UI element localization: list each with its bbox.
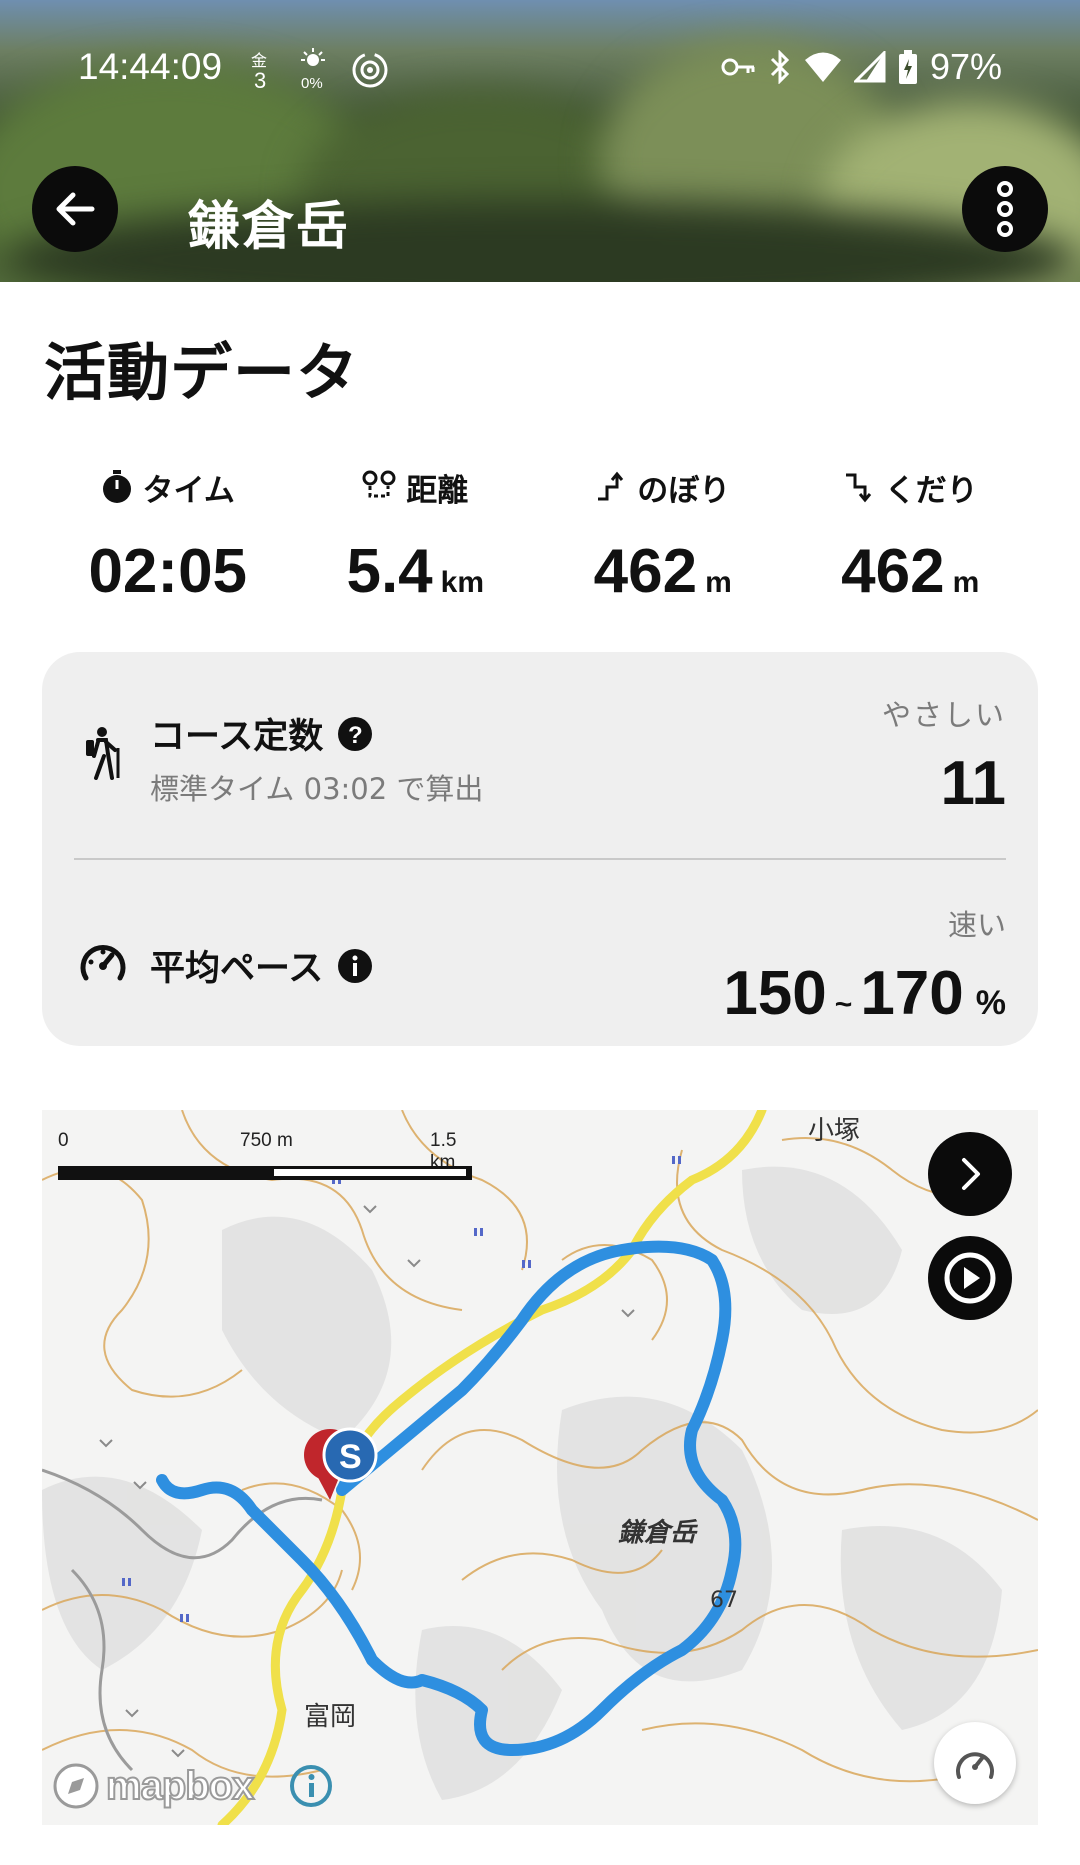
stat-unit: km <box>440 566 485 599</box>
mapbox-wordmark: mapbox <box>105 1763 255 1809</box>
stat-ascent: のぼり 462 m <box>539 462 787 612</box>
stat-value: 02:05 <box>88 537 248 606</box>
chevron-right-icon <box>962 1158 980 1190</box>
stat-label: 距離 <box>406 472 469 509</box>
speedometer-icon <box>80 945 126 981</box>
scale-mid: 750 m <box>240 1130 293 1151</box>
average-pace-row: 平均ペース 速い 150 ~ 170 % <box>42 860 1038 1046</box>
stat-value: 5.4 <box>346 537 433 606</box>
route-map[interactable]: S 鎌倉岳 富岡 小塚 67 0 750 m 1.5 km mapbox <box>42 1110 1038 1825</box>
stat-descent: くだり 462 m <box>787 462 1035 612</box>
play-circle-icon <box>944 1252 996 1304</box>
stat-label: のぼり <box>637 472 731 509</box>
stat-value: 462 <box>593 537 698 606</box>
replay-button[interactable] <box>928 1236 1012 1320</box>
speed-gauge-button[interactable] <box>934 1722 1016 1804</box>
course-constant-grade: やさしい <box>881 698 1006 732</box>
hiker-icon <box>86 727 120 780</box>
info-icon[interactable] <box>337 948 373 984</box>
course-constant-value: 11 <box>940 749 1006 818</box>
activity-stats: タイム 02:05 距離 5.4 km のぼり 462 m くだり 462 m <box>44 462 1034 612</box>
next-button[interactable] <box>928 1132 1012 1216</box>
stat-unit: m <box>705 566 732 599</box>
svg-text:S: S <box>339 1438 362 1476</box>
header-photo: 14:44:09 金3 0% 97% 鎌倉岳 <box>0 0 1080 282</box>
stat-time: タイム 02:05 <box>44 462 292 612</box>
status-bar: 14:44:09 金3 0% 97% <box>0 40 1080 100</box>
mapbox-logo: mapbox <box>52 1762 333 1810</box>
stat-label: タイム <box>142 472 235 509</box>
battery-percent: 97% <box>929 46 1002 87</box>
descent-icon <box>845 473 871 503</box>
battery-icon <box>898 50 917 84</box>
svg-text:?: ? <box>348 722 363 749</box>
course-constant-title: コース定数 <box>150 717 324 757</box>
course-constant-subtitle: 標準タイム 03:02 で算出 <box>150 772 484 806</box>
svg-text:0%: 0% <box>301 75 323 92</box>
svg-text:3: 3 <box>254 68 266 92</box>
page-title: 鎌倉岳 <box>188 197 351 257</box>
pace-min: 150 <box>723 959 827 1028</box>
signal-icon <box>853 51 886 83</box>
pace-unit: % <box>975 984 1006 1022</box>
peak-label: 鎌倉岳 <box>618 1518 697 1548</box>
pace-separator: ~ <box>834 988 853 1021</box>
help-icon[interactable]: ? <box>337 716 373 752</box>
more-options-button[interactable] <box>962 166 1048 252</box>
back-button[interactable] <box>32 166 118 252</box>
stat-unit: m <box>952 566 980 599</box>
scale-bar <box>58 1166 472 1180</box>
average-pace-title: 平均ペース <box>150 949 324 989</box>
speedometer-icon <box>956 1752 994 1779</box>
calendar-icon: 金3 <box>251 51 267 92</box>
section-title: 活動データ <box>44 336 360 409</box>
stopwatch-icon <box>102 470 131 503</box>
brightness-icon: 0% <box>301 48 325 92</box>
course-constant-row: コース定数 ? 標準タイム 03:02 で算出 やさしい 11 <box>42 652 1038 858</box>
status-time: 14:44:09 <box>78 46 223 87</box>
pace-max: 170 <box>860 959 964 1028</box>
vpn-key-icon <box>721 58 755 76</box>
stat-value: 462 <box>841 537 945 606</box>
stat-label: くだり <box>884 472 978 509</box>
elevation-label: 67 <box>710 1588 738 1613</box>
area-label: 小塚 <box>808 1116 861 1146</box>
average-pace-value: 150 ~ 170 % <box>723 958 1006 1029</box>
scale-zero: 0 <box>58 1130 69 1151</box>
bluetooth-icon <box>770 50 790 84</box>
map-canvas[interactable]: S <box>42 1110 1038 1825</box>
more-vertical-icon <box>997 181 1013 237</box>
arrow-left-icon <box>56 192 95 226</box>
map-scale: 0 750 m 1.5 km <box>54 1120 474 1180</box>
wifi-icon <box>804 52 841 82</box>
mapbox-mark-icon <box>53 1763 99 1809</box>
hotspot-icon <box>352 52 388 88</box>
average-pace-grade: 速い <box>947 908 1006 942</box>
ascent-icon <box>598 471 624 501</box>
route-icon <box>362 470 396 498</box>
course-summary-card: コース定数 ? 標準タイム 03:02 で算出 やさしい 11 平均ペース 速い… <box>42 652 1038 1046</box>
attribution-info-icon[interactable] <box>289 1764 333 1808</box>
village-label: 富岡 <box>304 1702 357 1732</box>
stat-distance: 距離 5.4 km <box>292 462 540 612</box>
